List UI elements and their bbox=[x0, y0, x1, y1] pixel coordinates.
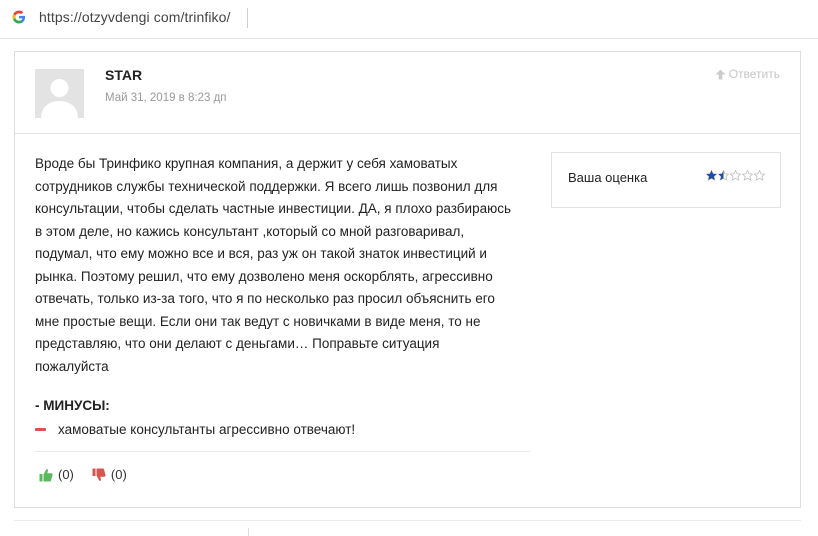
review-card: STAR Май 31, 2019 в 8:23 дп Ответить Вро… bbox=[14, 51, 801, 508]
user-silhouette-icon bbox=[35, 69, 84, 118]
thumbs-down-icon bbox=[92, 468, 106, 481]
review-text: Вроде бы Тринфико крупная компания, а де… bbox=[35, 156, 512, 374]
star-icon[interactable] bbox=[742, 170, 753, 181]
reply-label: Ответить bbox=[728, 67, 780, 81]
arrow-up-icon bbox=[715, 69, 726, 79]
star-icon[interactable] bbox=[706, 170, 717, 181]
vote-up-button[interactable]: (0) bbox=[39, 467, 74, 482]
avatar bbox=[35, 69, 84, 118]
vote-down-count: (0) bbox=[110, 467, 127, 482]
address-bar[interactable]: https://otzyvdengi com/trinfiko/ bbox=[0, 0, 818, 39]
minus-title: - МИНУСЫ: bbox=[35, 398, 110, 413]
author-name[interactable]: STAR bbox=[105, 67, 142, 83]
rating-label: Ваша оценка bbox=[568, 170, 648, 185]
next-card-edge bbox=[14, 520, 801, 521]
google-icon bbox=[12, 10, 26, 24]
thumbs-up-icon bbox=[39, 468, 53, 481]
votes: (0) (0) bbox=[39, 467, 127, 482]
star-icon[interactable] bbox=[754, 170, 765, 181]
vote-down-button[interactable]: (0) bbox=[92, 467, 127, 482]
review-header: STAR Май 31, 2019 в 8:23 дп Ответить bbox=[15, 52, 800, 134]
reply-button[interactable]: Ответить bbox=[715, 67, 780, 81]
vote-up-count: (0) bbox=[58, 467, 74, 482]
minus-item-text: хамоватые консультанты агрессивно отвеча… bbox=[58, 422, 356, 437]
comment-date[interactable]: Май 31, 2019 в 8:23 дп bbox=[105, 92, 227, 104]
minus-item: хамоватые консультанты агрессивно отвеча… bbox=[35, 422, 355, 437]
rating-stars[interactable] bbox=[706, 170, 765, 181]
star-icon[interactable] bbox=[730, 170, 741, 181]
address-bar-divider bbox=[247, 8, 248, 28]
minus-dash-icon bbox=[35, 428, 46, 431]
star-icon[interactable] bbox=[718, 170, 729, 181]
votes-divider bbox=[35, 451, 530, 452]
rating-box: Ваша оценка bbox=[551, 152, 781, 208]
url-text[interactable]: https://otzyvdengi com/trinfiko/ bbox=[39, 9, 231, 25]
page-divider-tick bbox=[248, 528, 249, 536]
